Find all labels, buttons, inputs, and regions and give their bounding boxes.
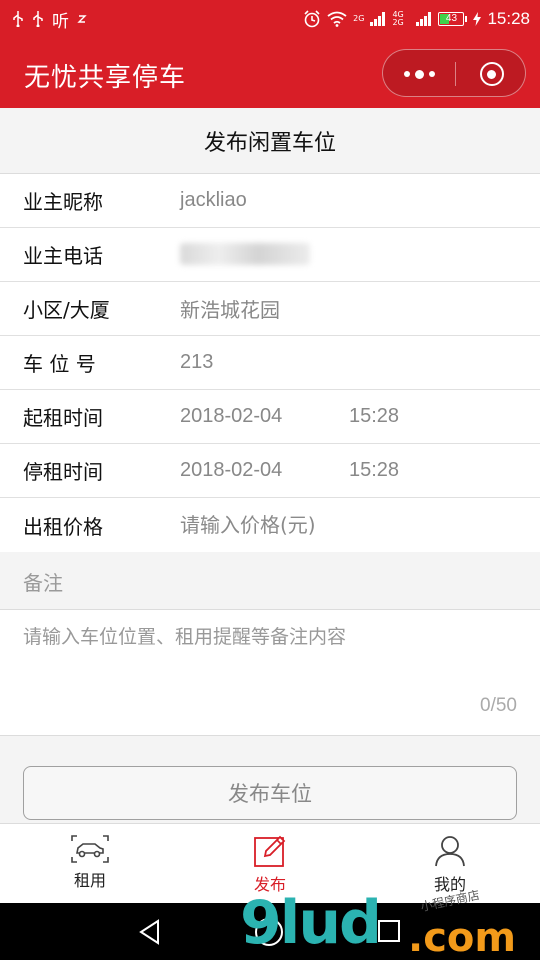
start-time-label: 起租时间 <box>23 406 103 430</box>
end-time-label: 停租时间 <box>23 460 103 484</box>
community-row: 小区/大厦 新浩城花园 <box>0 282 540 336</box>
usb-icon <box>33 11 43 27</box>
watermark-suffix: .com <box>408 915 517 960</box>
battery-level: 43 <box>445 13 458 24</box>
owner-phone-blurred-value <box>180 243 310 265</box>
signal-label-1: 2G <box>353 14 365 23</box>
app-header: 无忧共享停车 <box>0 38 540 108</box>
edit-icon <box>254 835 286 867</box>
signal-label-2: 4G 2G <box>392 10 404 27</box>
status-time: 15:28 <box>487 9 530 28</box>
signal-icon <box>370 12 386 26</box>
watermark-main: 9lud <box>240 888 382 958</box>
owner-phone-row: 业主电话 <box>0 228 540 282</box>
status-left: 听 <box>12 7 87 32</box>
charging-icon <box>473 12 482 26</box>
battery-icon: 43 <box>438 12 468 26</box>
app-title: 无忧共享停车 <box>24 63 187 93</box>
alarm-icon <box>304 10 320 28</box>
price-row: 出租价格 <box>0 498 540 552</box>
watermark: 9lud .com 小程序商店 <box>240 888 540 958</box>
more-button[interactable] <box>383 50 455 98</box>
community-value: 新浩城花园 <box>180 298 280 322</box>
tab-rent[interactable]: 租用 <box>0 824 180 904</box>
publish-form: 业主昵称 jackliao 业主电话 小区/大厦 新浩城花园 车 位 号 213… <box>0 174 540 552</box>
back-icon[interactable] <box>138 919 162 945</box>
notes-heading: 备注 <box>0 553 540 610</box>
owner-nickname-label: 业主昵称 <box>23 190 103 214</box>
start-date-picker[interactable]: 2018-02-04 <box>180 405 282 428</box>
space-no-label: 车 位 号 <box>23 352 96 376</box>
wifi-icon <box>327 11 347 27</box>
car-icon <box>71 835 109 863</box>
tab-rent-label: 租用 <box>73 871 106 890</box>
end-time-row[interactable]: 停租时间 2018-02-04 15:28 <box>0 444 540 498</box>
close-button[interactable] <box>456 50 527 98</box>
start-time-picker[interactable]: 15:28 <box>349 405 399 428</box>
more-dots-icon <box>403 71 410 77</box>
price-input[interactable] <box>180 505 500 545</box>
notes-counter: 0/50 <box>480 695 517 716</box>
user-icon <box>435 836 465 867</box>
close-circle-icon <box>479 62 504 86</box>
usb-icon <box>13 11 23 27</box>
space-no-row: 车 位 号 213 <box>0 336 540 390</box>
notes-textarea[interactable] <box>23 622 517 692</box>
owner-nickname-row: 业主昵称 jackliao <box>0 174 540 228</box>
community-label: 小区/大厦 <box>23 298 110 322</box>
publish-space-button[interactable]: 发布车位 <box>23 766 517 820</box>
carrier-text: 听 <box>52 11 69 32</box>
price-label: 出租价格 <box>23 514 103 539</box>
owner-phone-label: 业主电话 <box>23 244 103 268</box>
notes-box: 0/50 <box>0 610 540 736</box>
watermark-small: 小程序商店 <box>419 887 481 915</box>
end-date-picker[interactable]: 2018-02-04 <box>180 459 282 482</box>
end-time-picker[interactable]: 15:28 <box>349 459 399 482</box>
status-right: 2G 4G 2G 43 15:28 <box>303 9 530 29</box>
owner-nickname-value: jackliao <box>180 189 247 211</box>
notification-icon <box>77 15 87 23</box>
mini-program-capsule <box>382 49 526 97</box>
status-bar: 听 2G 4G 2G 43 15:28 <box>0 0 540 38</box>
signal-icon <box>416 12 432 26</box>
page-title: 发布闲置车位 <box>0 108 540 174</box>
start-time-row[interactable]: 起租时间 2018-02-04 15:28 <box>0 390 540 444</box>
space-no-value: 213 <box>180 351 214 373</box>
